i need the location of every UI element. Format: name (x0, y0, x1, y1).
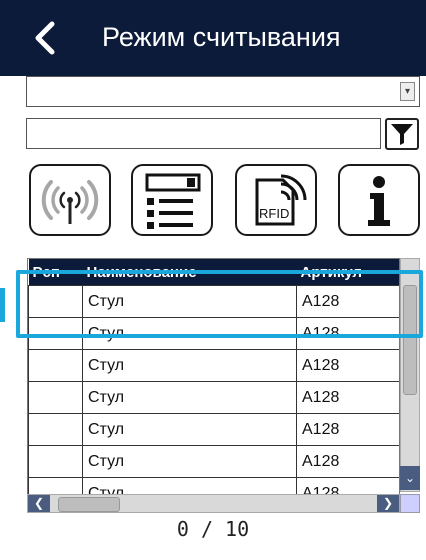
app-header: Режим считывания (0, 0, 426, 76)
cell-name: Стул (82, 445, 297, 478)
list-form-button[interactable] (131, 164, 213, 236)
cell-rssi (28, 413, 83, 446)
scrollbar-corner (400, 494, 420, 513)
cell-article: A128 (296, 413, 399, 446)
cell-name: Стул (82, 413, 297, 446)
cell-name: Стул (82, 349, 297, 382)
info-button[interactable] (338, 164, 420, 236)
search-input[interactable] (26, 118, 381, 149)
cell-rssi (28, 381, 83, 414)
cell-article: A128 (296, 349, 399, 382)
rfid-button[interactable]: RFID (235, 164, 317, 236)
table-row[interactable]: Стул A128 (28, 349, 399, 382)
table-row[interactable]: Стул A128 (28, 381, 399, 414)
scroll-right-icon[interactable]: ❯ (377, 495, 399, 512)
selection-marker (0, 288, 5, 322)
filter-icon (391, 124, 413, 145)
cell-rssi (28, 445, 83, 478)
scroll-left-icon[interactable]: ❮ (28, 495, 50, 512)
svg-text:RFID: RFID (259, 206, 289, 221)
selection-highlight (16, 270, 423, 338)
page-title: Режим считывания (102, 22, 341, 52)
table-row[interactable]: Стул A128 (28, 445, 399, 478)
chevron-left-icon[interactable] (28, 18, 68, 58)
cell-article: A128 (296, 381, 399, 414)
scroll-down-icon[interactable]: ⌄ (400, 466, 420, 490)
category-dropdown[interactable]: ▾ (26, 76, 420, 107)
cell-rssi (28, 349, 83, 382)
horizontal-scrollbar[interactable]: ❮ ❯ (27, 494, 400, 513)
rfid-tag-icon: RFID (255, 174, 307, 226)
scrollbar-thumb[interactable] (58, 497, 120, 512)
info-icon (368, 176, 390, 226)
dropdown-arrow-icon[interactable]: ▾ (400, 82, 415, 101)
filter-button[interactable] (385, 118, 419, 150)
read-counter: 0 / 10 (176, 517, 250, 541)
table-row[interactable]: Стул A128 (28, 413, 399, 446)
antenna-button[interactable] (29, 164, 111, 236)
list-form-icon (145, 173, 201, 229)
cell-article: A128 (296, 445, 399, 478)
cell-name: Стул (82, 381, 297, 414)
antenna-signal-icon (41, 180, 99, 224)
